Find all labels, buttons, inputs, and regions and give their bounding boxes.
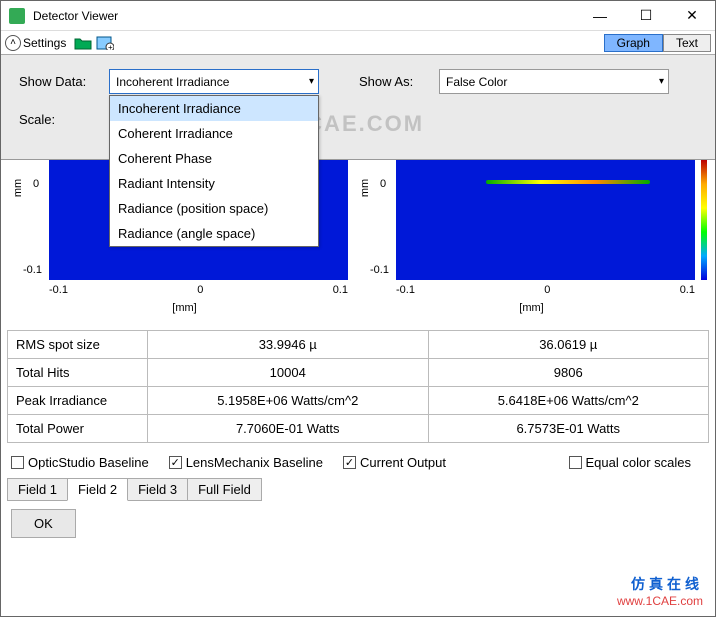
dropdown-option[interactable]: Radiant Intensity bbox=[110, 171, 318, 196]
dropdown-option[interactable]: Radiance (angle space) bbox=[110, 221, 318, 246]
minimize-button[interactable]: — bbox=[577, 1, 623, 31]
show-as-combo[interactable]: False Color ▾ bbox=[439, 69, 669, 94]
scale-label: Scale: bbox=[19, 112, 109, 127]
heatmap-plot bbox=[396, 160, 695, 280]
dropdown-option[interactable]: Coherent Phase bbox=[110, 146, 318, 171]
show-as-label: Show As: bbox=[359, 74, 439, 89]
add-image-icon[interactable]: + bbox=[96, 36, 114, 50]
dropdown-option[interactable]: Radiance (position space) bbox=[110, 196, 318, 221]
x-ticks: -0.1 0 0.1 bbox=[49, 284, 348, 296]
equal-scales-checkbox[interactable] bbox=[569, 456, 582, 469]
current-output-checkbox[interactable] bbox=[343, 456, 356, 469]
chevron-down-icon: ▾ bbox=[659, 76, 664, 87]
toolbar: ˄ Settings + Graph Text bbox=[1, 31, 715, 55]
svg-text:+: + bbox=[108, 43, 113, 50]
maximize-button[interactable]: ☐ bbox=[623, 1, 669, 31]
titlebar: Detector Viewer — ☐ ✕ bbox=[1, 1, 715, 31]
y-tick: 0 bbox=[380, 178, 386, 190]
results-table: RMS spot size33.9946 µ36.0619 µ Total Hi… bbox=[7, 330, 709, 443]
colorbar bbox=[701, 160, 707, 280]
show-data-value: Incoherent Irradiance bbox=[116, 75, 229, 89]
lensmechanix-checkbox[interactable] bbox=[169, 456, 182, 469]
show-as-value: False Color bbox=[446, 75, 507, 89]
app-icon bbox=[9, 8, 25, 24]
y-tick: -0.1 bbox=[23, 264, 42, 276]
table-row: RMS spot size33.9946 µ36.0619 µ bbox=[8, 331, 709, 359]
window-title: Detector Viewer bbox=[33, 9, 577, 23]
text-tab-button[interactable]: Text bbox=[663, 34, 711, 52]
x-axis-label: [mm] bbox=[358, 302, 705, 314]
table-row: Total Power7.7060E-01 Watts6.7573E-01 Wa… bbox=[8, 415, 709, 443]
x-ticks: -0.1 0 0.1 bbox=[396, 284, 695, 296]
footer-watermark: 仿真在线 www.1CAE.com bbox=[617, 574, 703, 608]
tab-field-3[interactable]: Field 3 bbox=[127, 478, 188, 501]
chevron-down-icon: ▾ bbox=[309, 76, 314, 87]
graph-tab-button[interactable]: Graph bbox=[604, 34, 663, 52]
show-data-label: Show Data: bbox=[19, 74, 109, 89]
dropdown-option[interactable]: Coherent Irradiance bbox=[110, 121, 318, 146]
collapse-icon[interactable]: ˄ bbox=[5, 35, 21, 51]
close-button[interactable]: ✕ bbox=[669, 1, 715, 31]
opticstudio-checkbox[interactable] bbox=[11, 456, 24, 469]
tab-field-1[interactable]: Field 1 bbox=[7, 478, 68, 501]
settings-label[interactable]: Settings bbox=[23, 36, 66, 50]
table-row: Total Hits100049806 bbox=[8, 359, 709, 387]
dropdown-option[interactable]: Incoherent Irradiance bbox=[110, 96, 318, 121]
tab-field-2[interactable]: Field 2 bbox=[67, 478, 128, 501]
y-tick: 0 bbox=[33, 178, 39, 190]
open-folder-icon[interactable] bbox=[74, 36, 92, 50]
table-row: Peak Irradiance5.1958E+06 Watts/cm^25.64… bbox=[8, 387, 709, 415]
y-tick: -0.1 bbox=[370, 264, 389, 276]
show-data-dropdown: Incoherent Irradiance Coherent Irradianc… bbox=[109, 95, 319, 247]
tab-full-field[interactable]: Full Field bbox=[187, 478, 262, 501]
ok-button[interactable]: OK bbox=[11, 509, 76, 538]
checkbox-row: OpticStudio Baseline LensMechanix Baseli… bbox=[1, 447, 715, 478]
field-tabs: Field 1 Field 2 Field 3 Full Field bbox=[1, 478, 715, 501]
chart-right: mm 0 -0.1 -0.1 0 0.1 [mm] bbox=[358, 160, 705, 320]
settings-panel: Show Data: Incoherent Irradiance ▾ Show … bbox=[1, 55, 715, 160]
y-axis-label: mm bbox=[359, 179, 371, 197]
y-axis-label: mm bbox=[12, 179, 24, 197]
x-axis-label: [mm] bbox=[11, 302, 358, 314]
show-data-combo[interactable]: Incoherent Irradiance ▾ bbox=[109, 69, 319, 94]
